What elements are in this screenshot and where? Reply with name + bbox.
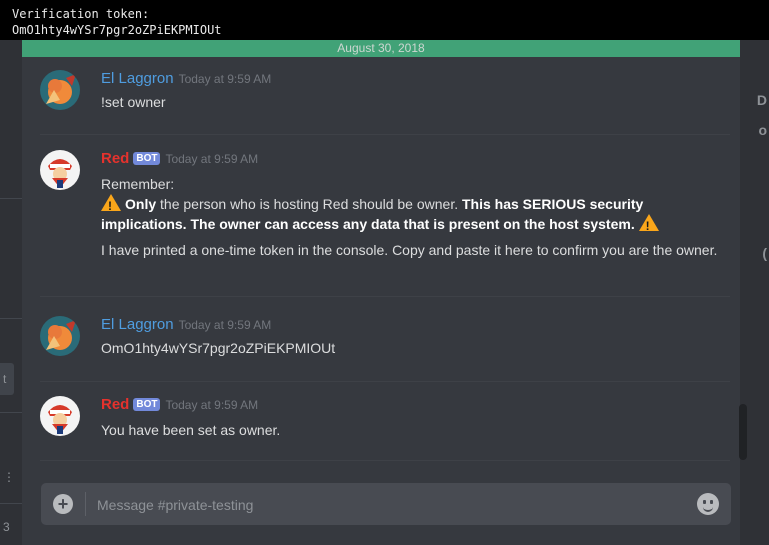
scrollbar-thumb[interactable]: [739, 404, 747, 460]
warning-icon: [101, 194, 121, 216]
member-initial[interactable]: D: [757, 92, 767, 108]
message-line: Remember:: [101, 176, 175, 192]
divider: [0, 503, 22, 504]
member-icon[interactable]: 3: [3, 520, 10, 534]
timestamp: Today at 9:59 AM: [165, 398, 259, 412]
message-line: I have printed a one-time token in the c…: [101, 242, 718, 258]
member-initial[interactable]: o: [758, 122, 767, 138]
message-composer: +: [41, 483, 731, 525]
divider: [0, 198, 22, 199]
chat-area: August 30, 2018 El Laggron Today at 9:59 …: [22, 0, 740, 470]
timestamp: Today at 9:59 AM: [178, 72, 272, 86]
avatar-el-laggron[interactable]: [40, 70, 80, 110]
author-name[interactable]: El Laggron: [101, 70, 174, 87]
message: Red BOT Today at 9:59 AM You have been set…: [22, 396, 740, 456]
message-header: Red BOT Today at 9:59 AM: [101, 396, 258, 414]
add-attachment-icon[interactable]: +: [53, 494, 73, 514]
console-overlay: Verification token: OmO1hty4wYSr7pgr2oZP…: [0, 0, 769, 40]
timestamp: Today at 9:59 AM: [165, 152, 259, 166]
message-header: El Laggron Today at 9:59 AM: [101, 316, 271, 334]
message-text: Remember: Only the person who is hosting…: [101, 174, 731, 260]
date-divider: August 30, 2018: [22, 40, 740, 57]
timestamp: Today at 9:59 AM: [178, 318, 272, 332]
message: El Laggron Today at 9:59 AM OmO1hty4wYSr7…: [22, 316, 740, 371]
bot-badge: BOT: [133, 152, 161, 165]
bold-text: Only: [125, 196, 157, 212]
divider: [0, 412, 22, 413]
member-initial[interactable]: (: [762, 245, 767, 261]
message-header: Red BOT Today at 9:59 AM: [101, 150, 258, 168]
composer-divider: [85, 492, 86, 516]
avatar-red[interactable]: [40, 150, 80, 190]
message-text: OmO1hty4wYSr7pgr2oZPiEKPMIOUt: [101, 340, 336, 356]
author-name[interactable]: Red: [101, 396, 129, 413]
avatar-el-laggron[interactable]: [40, 316, 80, 356]
member-list-edge: D o (: [740, 0, 769, 545]
warning-icon: [638, 214, 659, 236]
message: Red BOT Today at 9:59 AM Remember: Only th…: [22, 150, 740, 290]
message-header: El Laggron Today at 9:59 AM: [101, 70, 271, 88]
message: El Laggron Today at 9:59 AM !set owner: [22, 70, 740, 125]
message-separator: [40, 134, 730, 135]
message-separator: [40, 460, 730, 461]
message-text: You have been set as owner.: [101, 422, 281, 438]
console-heading: Verification token:: [12, 7, 150, 21]
message-input[interactable]: [95, 493, 679, 517]
warning-paragraph: Only the person who is hosting Red shoul…: [101, 194, 731, 236]
message-line: the person who is hosting Red should be …: [156, 196, 462, 212]
author-name[interactable]: Red: [101, 150, 129, 167]
author-name[interactable]: El Laggron: [101, 316, 174, 333]
message-separator: [40, 381, 730, 382]
message-text: !set owner: [101, 94, 166, 110]
channel-sidebar-edge: t ⋮ 3: [0, 0, 22, 545]
message-separator: [40, 296, 730, 297]
avatar-red[interactable]: [40, 396, 80, 436]
bot-badge: BOT: [133, 398, 161, 411]
settings-icon[interactable]: ⋮: [3, 470, 15, 484]
console-token[interactable]: OmO1hty4wYSr7pgr2oZPiEKPMIOUt: [12, 22, 769, 38]
divider: [0, 318, 22, 319]
channel-hash-icon: t: [3, 372, 7, 386]
